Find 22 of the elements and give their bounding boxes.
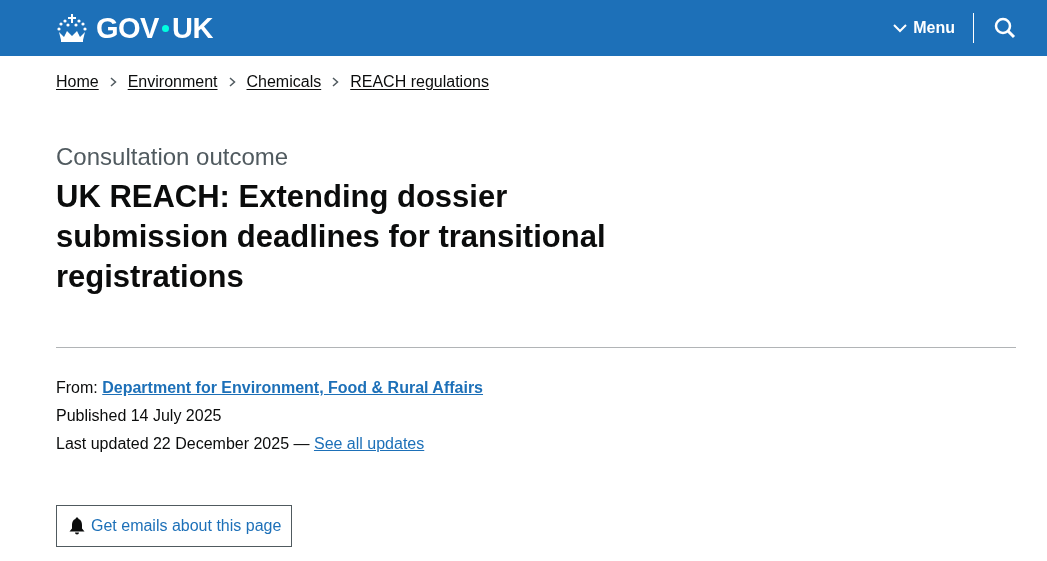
email-button[interactable]: Get emails about this page	[56, 505, 293, 547]
page-caption: Consultation outcome	[56, 142, 290, 172]
breadcrumb-link[interactable]: Environment	[127, 73, 218, 91]
chevron-icon	[109, 77, 117, 87]
updates-link[interactable]: See all updates	[313, 435, 425, 452]
menu-button[interactable]: Menu	[893, 13, 973, 43]
bell-icon	[69, 517, 85, 535]
logo-wordmark: GOV UK	[96, 11, 213, 45]
search-icon	[994, 17, 1016, 39]
updated-date: Last updated 22 December 2025 —	[56, 435, 310, 452]
from-label: From:	[56, 379, 98, 396]
department-link[interactable]: Department for Environment, Food & Rural Affairs	[102, 379, 483, 396]
logo-link[interactable]: GOV UK	[56, 11, 213, 45]
breadcrumb-link[interactable]: Home	[56, 73, 99, 91]
breadcrumb-link[interactable]: REACH regulations	[350, 73, 489, 91]
chevron-icon	[893, 23, 908, 33]
breadcrumb-link[interactable]: Chemicals	[246, 73, 322, 91]
page-title: UK REACH: Extending dossier submission deadlines for transitional registrations	[56, 178, 607, 296]
chevron-icon	[332, 77, 340, 87]
crown-icon	[56, 13, 88, 43]
chevron-icon	[228, 77, 236, 87]
published-date: Published 14 July 2025	[56, 407, 222, 424]
